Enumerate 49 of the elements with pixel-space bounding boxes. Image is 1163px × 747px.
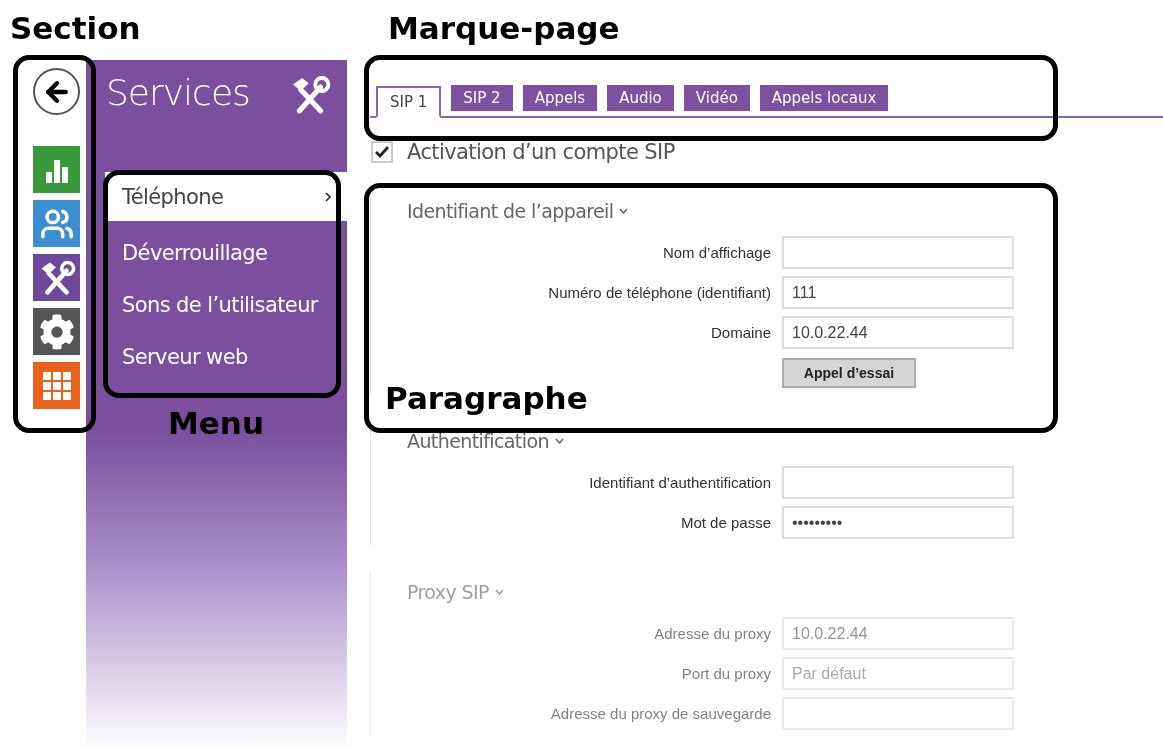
section-tile[interactable]	[33, 146, 80, 193]
callout-label: Section	[10, 10, 141, 46]
tab[interactable]: Vidéo	[683, 85, 750, 111]
test-call-button[interactable]: Appel d’essai	[782, 358, 916, 388]
tab[interactable]: SIP 1	[376, 86, 442, 118]
menu-item-label: Serveur web	[122, 345, 248, 369]
field-label: Nom d’affichage	[661, 244, 771, 261]
tab[interactable]: Audio	[607, 85, 674, 111]
back-button[interactable]	[33, 68, 80, 115]
chevron-right-icon	[325, 191, 331, 202]
input-field[interactable]: 10.0.22.44	[782, 316, 1014, 349]
field-label: Numéro de téléphone (identifiant)	[547, 284, 771, 301]
gear-icon	[38, 313, 75, 350]
field-label: Port du proxy	[680, 665, 771, 682]
menu-item[interactable]: Sons de l’utilisateur	[105, 279, 347, 331]
field-label: Domaine	[709, 324, 771, 341]
field-label: Mot de passe	[679, 514, 771, 531]
sidebar-title: Services	[106, 72, 250, 115]
callout-label: Marque-page	[388, 10, 620, 46]
menu-item-label: Déverrouillage	[122, 241, 268, 265]
section-tile[interactable]	[33, 200, 80, 247]
menu-item[interactable]: Serveur web	[105, 331, 347, 383]
field-label: Identifiant d’authentification	[588, 474, 771, 491]
menu-item-label: Téléphone	[122, 184, 224, 209]
field-label: Adresse du proxy de sauvegarde	[549, 705, 771, 722]
chevron-down-icon	[619, 208, 629, 214]
menu-item-label: Sons de l’utilisateur	[122, 293, 318, 317]
chevron-down-icon	[554, 438, 564, 444]
input-field[interactable]: •••••••••	[782, 506, 1014, 539]
section-tile[interactable]	[33, 308, 80, 355]
chevron-down-icon	[494, 589, 504, 595]
checkbox[interactable]	[371, 141, 393, 163]
checkmark-icon	[374, 145, 390, 159]
section-tile[interactable]	[33, 254, 80, 301]
section-header[interactable]: Identifiant de l’appareil	[407, 200, 1163, 222]
callout-label: Paragraphe	[385, 380, 588, 416]
tab[interactable]: Appels	[522, 85, 598, 111]
menu-item[interactable]: Déverrouillage	[105, 227, 347, 279]
tab[interactable]: Appels locaux	[759, 85, 889, 111]
field-label: Adresse du proxy	[653, 625, 771, 642]
grid-icon	[41, 370, 72, 401]
tab[interactable]: SIP 2	[451, 85, 513, 111]
input-field[interactable]	[782, 236, 1014, 269]
section-header[interactable]: Authentification	[407, 430, 1163, 452]
checkbox-label: Activation d’un compte SIP	[407, 140, 675, 164]
section-tile[interactable]	[33, 362, 80, 409]
callout-label: Menu	[168, 405, 264, 441]
input-field[interactable]: 111	[782, 276, 1014, 309]
input-field[interactable]	[782, 466, 1014, 499]
